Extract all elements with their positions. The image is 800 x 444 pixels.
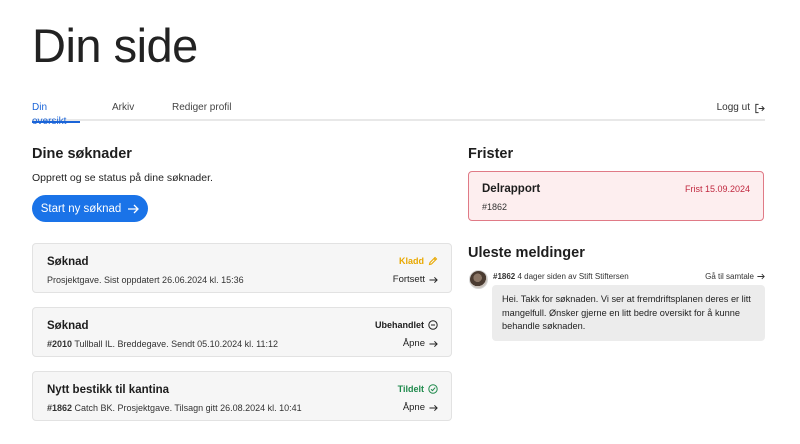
arrow-right-icon xyxy=(128,204,140,213)
application-title: Nytt bestikk til kantina xyxy=(47,384,170,396)
status-badge: Tildelt xyxy=(398,384,438,394)
application-card[interactable]: Søknad #2010 Tullball IL. Breddegave. Se… xyxy=(32,307,452,357)
application-detail: Prosjektgave. Sist oppdatert 26.06.2024 … xyxy=(47,275,244,285)
message-meta: #1862 4 dager siden av Stift Stiftersen xyxy=(493,272,629,281)
applications-heading: Dine søknader xyxy=(32,146,132,162)
start-new-application-label: Start ny søknad xyxy=(40,202,122,215)
status-badge: Kladd xyxy=(399,256,438,266)
logout-icon xyxy=(755,103,765,113)
tab-bar: Din oversikt Arkiv Rediger profil Logg u… xyxy=(32,101,765,127)
message-bubble: Hei. Takk for søknaden. Vi ser at fremdr… xyxy=(492,285,765,341)
application-title: Søknad xyxy=(47,320,89,332)
messages-heading: Uleste meldinger xyxy=(468,245,585,261)
deadline-title: Delrapport xyxy=(482,183,541,195)
application-card[interactable]: Søknad Prosjektgave. Sist oppdatert 26.0… xyxy=(32,243,452,293)
deadline-date: Frist 15.09.2024 xyxy=(684,184,750,194)
check-circle-icon xyxy=(428,384,438,394)
arrow-right-icon xyxy=(429,276,438,283)
application-detail: #1862 Catch BK. Prosjektgave. Tilsagn gi… xyxy=(47,403,302,413)
status-badge: Ubehandlet xyxy=(375,320,438,330)
deadline-card[interactable]: Delrapport Frist 15.09.2024 #1862 xyxy=(468,171,764,221)
pencil-icon xyxy=(428,256,438,266)
open-link[interactable]: Åpne xyxy=(403,338,438,349)
application-title: Søknad xyxy=(47,256,89,268)
open-link[interactable]: Åpne xyxy=(403,402,438,413)
deadlines-heading: Frister xyxy=(468,146,514,162)
application-card[interactable]: Nytt bestikk til kantina #1862 Catch BK.… xyxy=(32,371,452,421)
arrow-right-icon xyxy=(429,404,438,411)
go-to-conversation-link[interactable]: Gå til samtale xyxy=(705,272,765,281)
application-detail: #2010 Tullball IL. Breddegave. Sendt 05.… xyxy=(47,339,279,349)
start-new-application-button[interactable]: Start ny søknad xyxy=(32,195,148,222)
tab-archive[interactable]: Arkiv xyxy=(112,101,134,121)
applications-description: Opprett og se status på dine søknader. xyxy=(32,172,213,184)
minus-circle-icon xyxy=(428,320,438,330)
deadline-number: #1862 xyxy=(482,202,508,212)
page-title: Din side xyxy=(32,19,198,72)
continue-link[interactable]: Fortsett xyxy=(393,274,438,285)
avatar xyxy=(469,270,488,289)
logout-button[interactable]: Logg ut xyxy=(717,101,765,115)
arrow-right-icon xyxy=(429,340,438,347)
tab-overview[interactable]: Din oversikt xyxy=(32,101,80,127)
logout-label: Logg ut xyxy=(716,102,750,113)
tab-edit-profile[interactable]: Rediger profil xyxy=(172,101,231,121)
arrow-right-icon xyxy=(757,273,765,280)
